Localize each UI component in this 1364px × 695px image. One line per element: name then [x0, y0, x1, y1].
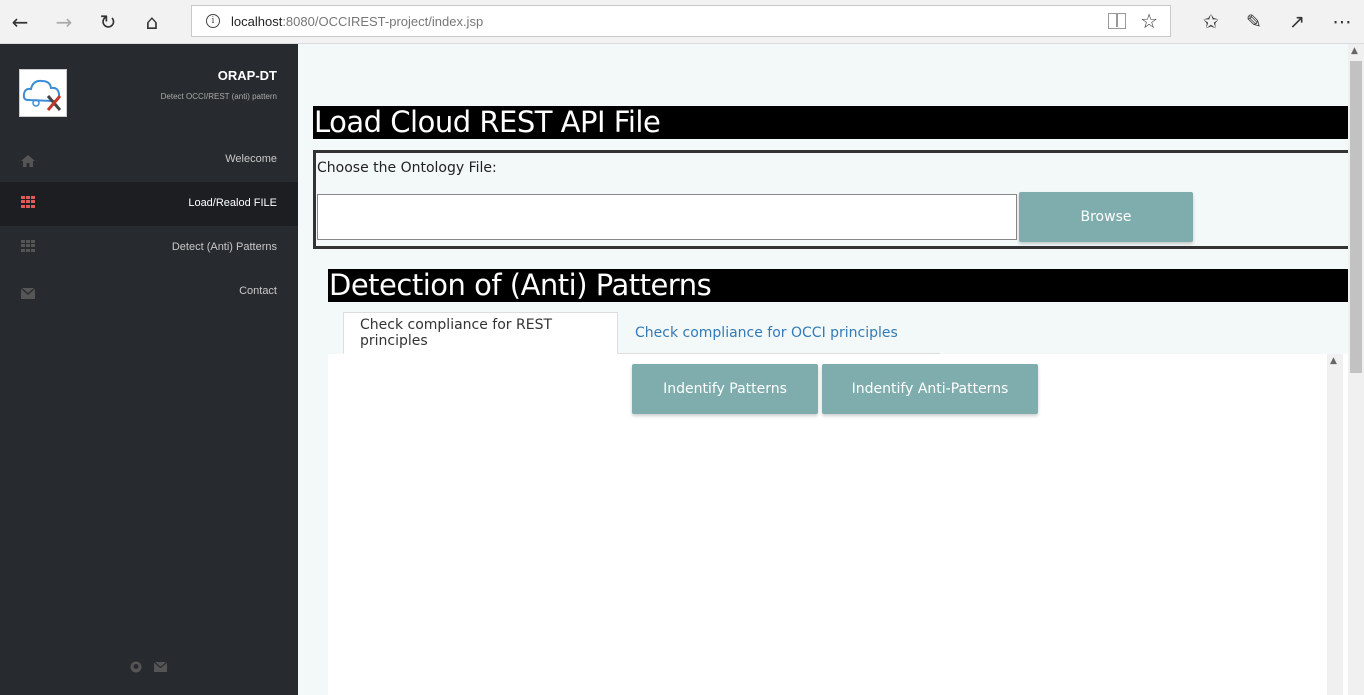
info-icon[interactable]: i: [206, 14, 220, 28]
envelope-icon[interactable]: [153, 661, 168, 676]
detection-heading: Detection of (Anti) Patterns: [328, 269, 1348, 302]
scroll-up-icon[interactable]: ▲: [1330, 356, 1337, 366]
browse-button[interactable]: Browse: [1019, 192, 1193, 242]
url-path: :8080/OCCIREST-project/index.jsp: [282, 13, 484, 29]
scrollbar-thumb[interactable]: [1350, 61, 1362, 373]
pen-icon[interactable]: ✎: [1238, 6, 1270, 38]
brand-tagline: Detect OCCI/REST (anti) pattern: [160, 92, 277, 101]
address-bar[interactable]: i localhost:8080/OCCIREST-project/index.…: [191, 5, 1171, 37]
favorites-hub-icon[interactable]: ✩: [1195, 6, 1227, 38]
favorite-star-icon[interactable]: ☆: [1140, 9, 1158, 33]
sidebar-item-welcome[interactable]: Welecome: [0, 138, 298, 182]
url-text[interactable]: localhost:8080/OCCIREST-project/index.js…: [231, 14, 483, 29]
cloud-tools-icon: [22, 79, 62, 111]
home-icon: [21, 152, 35, 167]
sidebar-item-label: Contact: [239, 285, 277, 297]
grid-icon: [21, 240, 35, 252]
load-file-heading: Load Cloud REST API File: [313, 106, 1348, 139]
home-icon[interactable]: ⌂: [136, 6, 168, 38]
browser-toolbar: ← → ↻ ⌂ i localhost:8080/OCCIREST-projec…: [0, 0, 1364, 44]
sidebar-item-label: Detect (Anti) Patterns: [171, 241, 277, 253]
tab-rest-principles[interactable]: Check compliance for REST principles: [343, 312, 618, 354]
back-icon[interactable]: ←: [4, 6, 36, 38]
brand-name: ORAP-DT: [217, 68, 277, 83]
sidebar-item-detect-patterns[interactable]: Detect (Anti) Patterns: [0, 226, 298, 270]
file-upload-panel: Choose the Ontology File: Browse: [313, 150, 1353, 249]
envelope-icon: [20, 284, 36, 299]
grid-icon: [21, 196, 35, 208]
url-host: localhost: [231, 13, 283, 29]
app-logo: [19, 69, 67, 117]
more-icon[interactable]: ⋯: [1326, 6, 1358, 38]
identify-anti-patterns-button[interactable]: Indentify Anti-Patterns: [822, 364, 1038, 414]
forward-icon[interactable]: →: [48, 6, 80, 38]
sidebar: ORAP-DT Detect OCCI/REST (anti) pattern …: [0, 44, 298, 695]
sidebar-item-label: Welecome: [225, 153, 277, 165]
choose-file-label: Choose the Ontology File:: [317, 160, 497, 176]
page-scrollbar[interactable]: ▲: [1348, 44, 1364, 695]
file-path-input[interactable]: [317, 194, 1017, 240]
main-content: Load Cloud REST API File Choose the Onto…: [298, 44, 1353, 695]
scroll-up-icon[interactable]: ▲: [1351, 46, 1358, 56]
tab-occi-principles[interactable]: Check compliance for OCCI principles: [619, 312, 914, 354]
panel-scrollbar[interactable]: ▲: [1327, 354, 1343, 695]
share-icon[interactable]: ↗: [1281, 6, 1313, 38]
sidebar-item-label: Load/Realod FILE: [188, 197, 277, 209]
refresh-icon[interactable]: ↻: [92, 6, 124, 38]
github-icon[interactable]: [130, 661, 142, 676]
sidebar-item-load-file[interactable]: Load/Realod FILE: [0, 182, 298, 226]
reading-view-icon[interactable]: [1108, 13, 1126, 29]
compliance-tabs: Check compliance for REST principles Che…: [343, 312, 940, 354]
identify-patterns-button[interactable]: Indentify Patterns: [632, 364, 818, 414]
sidebar-item-contact[interactable]: Contact: [0, 270, 298, 314]
